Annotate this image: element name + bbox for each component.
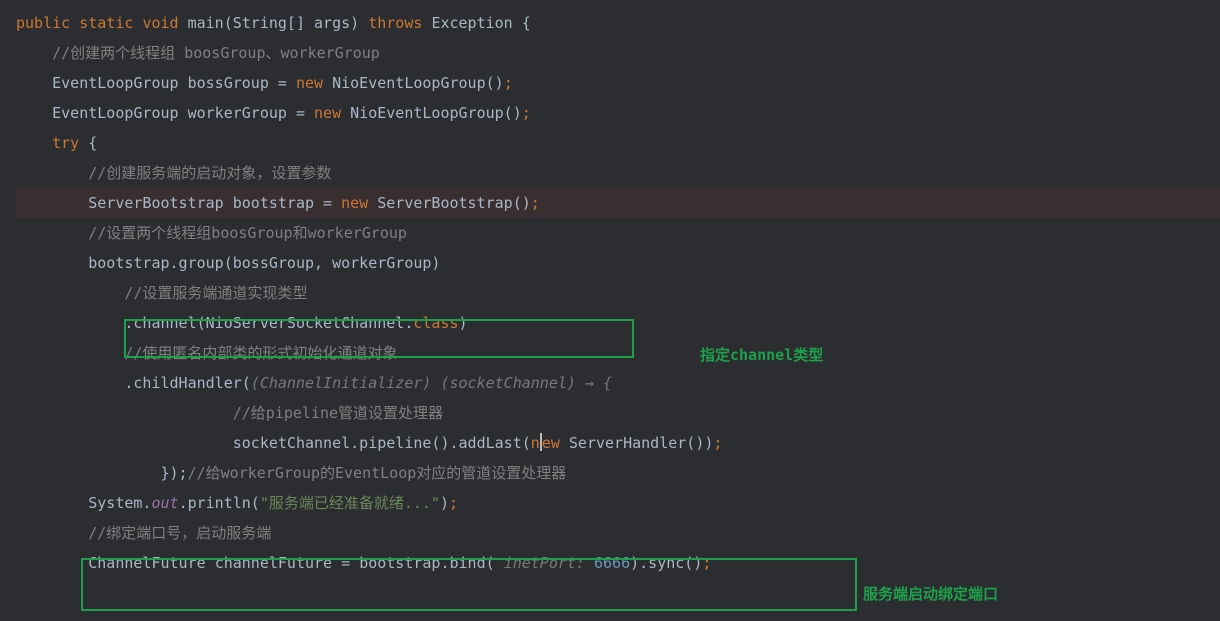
code-line: bootstrap.group(bossGroup, workerGroup) <box>16 248 1220 278</box>
method-call: .channel(NioServerSocketChannel. <box>124 314 413 332</box>
object: bootstrap <box>88 254 169 272</box>
params: (String[] args) <box>224 14 359 32</box>
code-editor[interactable]: public static void main(String[] args) t… <box>0 0 1220 578</box>
comment: //创建服务端的启动对象，设置参数 <box>88 164 331 182</box>
lambda-cast: (ChannelInitializer) (socketChannel) → { <box>251 374 612 392</box>
comment: //使用匿名内部类的形式初始化通道对象 <box>124 344 397 362</box>
comment: //给pipeline管道设置处理器 <box>233 404 443 422</box>
code-line: .channel(NioServerSocketChannel.class) <box>16 308 1220 338</box>
string-literal: "服务端已经准备就绪..." <box>260 494 440 512</box>
comment: //绑定端口号，启动服务端 <box>88 524 271 542</box>
eq: = <box>287 104 314 122</box>
ctor: NioEventLoopGroup() <box>332 74 504 92</box>
exception-type: Exception <box>431 14 512 32</box>
code-line: try { <box>16 128 1220 158</box>
code-line: public static void main(String[] args) t… <box>16 8 1220 38</box>
param-hint: inetPort: <box>504 554 594 572</box>
code-line: //创建两个线程组 boosGroup、workerGroup <box>16 38 1220 68</box>
cursor-icon <box>540 433 542 451</box>
keyword-static: static <box>79 14 133 32</box>
paren: ) <box>440 494 449 512</box>
code-line: //设置两个线程组boosGroup和workerGroup <box>16 218 1220 248</box>
semicolon: ; <box>449 494 458 512</box>
code-line: System.out.println("服务端已经准备就绪..."); <box>16 488 1220 518</box>
method-chain: ).sync() <box>630 554 702 572</box>
keyword-try: try <box>52 134 79 152</box>
variable: bossGroup <box>188 74 269 92</box>
keyword-class: class <box>413 314 458 332</box>
brace: { <box>513 14 531 32</box>
annotation-label-bind: 服务端启动绑定端口 <box>863 579 998 609</box>
keyword-new: new <box>531 434 560 452</box>
eq: = <box>332 554 359 572</box>
code-line: //给pipeline管道设置处理器 <box>16 398 1220 428</box>
method-call: .group(bossGroup, workerGroup) <box>170 254 441 272</box>
ctor: ServerBootstrap() <box>377 194 531 212</box>
code-line: ChannelFuture channelFuture = bootstrap.… <box>16 548 1220 578</box>
keyword-new: new <box>341 194 368 212</box>
ctor: ServerHandler()) <box>560 434 714 452</box>
semicolon: ; <box>702 554 711 572</box>
type: EventLoopGroup <box>52 74 178 92</box>
code-line: EventLoopGroup workerGroup = new NioEven… <box>16 98 1220 128</box>
eq: = <box>314 194 341 212</box>
variable: workerGroup <box>188 104 287 122</box>
variable: bootstrap <box>233 194 314 212</box>
method-call: bootstrap.bind( <box>359 554 504 572</box>
brace: { <box>79 134 97 152</box>
semicolon: ; <box>522 104 531 122</box>
type: ServerBootstrap <box>88 194 223 212</box>
type: ChannelFuture <box>88 554 205 572</box>
code-line: //使用匿名内部类的形式初始化通道对象 <box>16 338 1220 368</box>
type: EventLoopGroup <box>52 104 178 122</box>
method-call: .childHandler( <box>124 374 250 392</box>
keyword-new: new <box>314 104 341 122</box>
code-line-highlighted: ServerBootstrap bootstrap = new ServerBo… <box>16 188 1220 218</box>
variable: channelFuture <box>215 554 332 572</box>
comment: //给workerGroup的EventLoop对应的管道设置处理器 <box>188 464 567 482</box>
paren: ) <box>459 314 468 332</box>
semicolon: ; <box>504 74 513 92</box>
method-name: main <box>188 14 224 32</box>
code-line: //绑定端口号，启动服务端 <box>16 518 1220 548</box>
keyword-throws: throws <box>368 14 422 32</box>
comment: //设置两个线程组boosGroup和workerGroup <box>88 224 407 242</box>
code-line: EventLoopGroup bossGroup = new NioEventL… <box>16 68 1220 98</box>
comment: //设置服务端通道实现类型 <box>124 284 307 302</box>
keyword-void: void <box>142 14 178 32</box>
annotation-label-channel: 指定channel类型 <box>700 340 823 370</box>
number-literal: 6666 <box>594 554 630 572</box>
semicolon: ; <box>713 434 722 452</box>
code-line: });//给workerGroup的EventLoop对应的管道设置处理器 <box>16 458 1220 488</box>
code-line: socketChannel.pipeline().addLast(new Ser… <box>16 428 1220 458</box>
method-call: socketChannel.pipeline().addLast( <box>233 434 531 452</box>
code-line: //创建服务端的启动对象，设置参数 <box>16 158 1220 188</box>
eq: = <box>269 74 296 92</box>
keyword-new: new <box>296 74 323 92</box>
code-line: //设置服务端通道实现类型 <box>16 278 1220 308</box>
close-brace: }); <box>161 464 188 482</box>
code-line: .childHandler((ChannelInitializer) (sock… <box>16 368 1220 398</box>
println-call: .println( <box>179 494 260 512</box>
keyword-public: public <box>16 14 70 32</box>
system: System. <box>88 494 151 512</box>
ctor: NioEventLoopGroup() <box>350 104 522 122</box>
out-field: out <box>151 494 178 512</box>
semicolon: ; <box>531 194 540 212</box>
comment: //创建两个线程组 boosGroup、workerGroup <box>52 44 380 62</box>
